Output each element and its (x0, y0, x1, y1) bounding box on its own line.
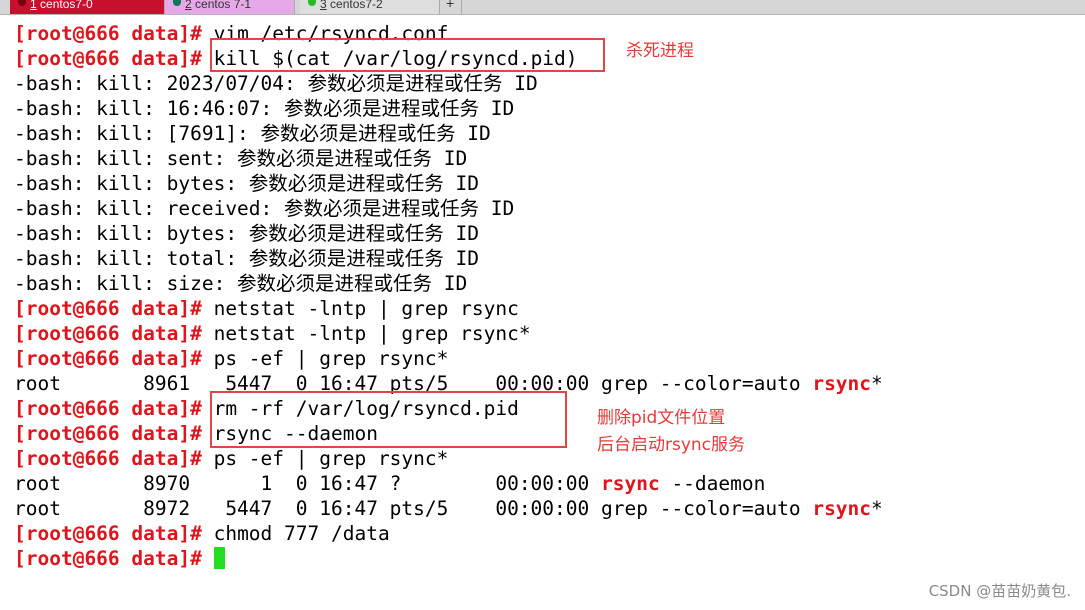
line-text: -bash: kill: [7691]: 参数必须是进程或任务 ID (14, 122, 491, 145)
shell-prompt: [root@666 data]# (14, 22, 202, 45)
tab-centos7-0[interactable]: 1 centos7-0 (10, 0, 165, 14)
shell-prompt: [root@666 data]# (14, 347, 202, 370)
line-text-after: * (871, 372, 883, 395)
shell-prompt: [root@666 data]# (14, 522, 202, 545)
line-text: netstat -lntp | grep rsync* (201, 322, 531, 345)
status-dot-icon (18, 0, 26, 6)
terminal-output[interactable]: [root@666 data]# vim /etc/rsyncd.conf [ro… (14, 21, 883, 571)
line-text: -bash: kill: 2023/07/04: 参数必须是进程或任务 ID (14, 72, 538, 95)
shell-prompt: [root@666 data]# (14, 397, 202, 420)
terminal-line: root 8970 1 0 16:47 ? 00:00:00 rsync --d… (14, 471, 883, 496)
status-dot-icon (308, 0, 316, 6)
tab-centos7-1[interactable]: 2 centos 7-1 (165, 0, 295, 14)
text-cursor (213, 547, 225, 569)
tab-label: centos 7-1 (191, 0, 252, 11)
tab-bar: 1 centos7-0 2 centos 7-1 3 centos7-2 + (0, 0, 1085, 15)
annotation-kill-process: 杀死进程 (626, 41, 694, 61)
line-text: -bash: kill: bytes: 参数必须是进程或任务 ID (14, 172, 480, 195)
annotation-start-daemon: 后台启动rsync服务 (597, 435, 746, 455)
line-text: -bash: kill: total: 参数必须是进程或任务 ID (14, 247, 480, 270)
line-text (202, 547, 214, 570)
tab-number: 3 (320, 0, 327, 11)
shell-prompt: [root@666 data]# (14, 47, 202, 70)
line-text: ps -ef | grep rsync* (201, 447, 449, 470)
tab-centos7-2[interactable]: 3 centos7-2 (300, 0, 440, 14)
terminal-line: -bash: kill: size: 参数必须是进程或任务 ID (14, 271, 883, 296)
terminal-line: -bash: kill: received: 参数必须是进程或任务 ID (14, 196, 883, 221)
terminal-line: [root@666 data]# ps -ef | grep rsync* (14, 346, 883, 371)
terminal-line: [root@666 data]# (14, 546, 883, 571)
terminal-line: -bash: kill: total: 参数必须是进程或任务 ID (14, 246, 883, 271)
line-text: ps -ef | grep rsync* (201, 347, 449, 370)
grep-match: rsync (601, 472, 660, 495)
shell-prompt: [root@666 data]# (14, 447, 202, 470)
shell-prompt: [root@666 data]# (14, 297, 202, 320)
grep-match: rsync (812, 497, 872, 520)
highlight-box-rm-rsync (210, 391, 567, 448)
terminal-line: [root@666 data]# chmod 777 /data (14, 521, 883, 546)
line-text-after: --daemon (659, 472, 766, 495)
tab-number: 1 (30, 0, 37, 11)
terminal-line: -bash: kill: bytes: 参数必须是进程或任务 ID (14, 171, 883, 196)
terminal-line: -bash: kill: sent: 参数必须是进程或任务 ID (14, 146, 883, 171)
line-text: root 8970 1 0 16:47 ? 00:00:00 (14, 472, 601, 495)
terminal-line: -bash: kill: [7691]: 参数必须是进程或任务 ID (14, 121, 883, 146)
terminal-line: [root@666 data]# netstat -lntp | grep rs… (14, 296, 883, 321)
line-text: chmod 777 /data (201, 522, 390, 545)
line-text: -bash: kill: received: 参数必须是进程或任务 ID (14, 197, 515, 220)
line-text-after: * (871, 497, 883, 520)
line-text: -bash: kill: 16:46:07: 参数必须是进程或任务 ID (14, 97, 515, 120)
line-text: -bash: kill: sent: 参数必须是进程或任务 ID (14, 147, 468, 170)
tab-label: centos7-0 (36, 0, 93, 11)
tab-label: centos7-2 (326, 0, 383, 11)
terminal-line: -bash: kill: 2023/07/04: 参数必须是进程或任务 ID (14, 71, 883, 96)
terminal-line: -bash: kill: 16:46:07: 参数必须是进程或任务 ID (14, 96, 883, 121)
watermark: CSDN @苗苗奶黄包. (928, 582, 1071, 600)
add-tab-button[interactable]: + (442, 0, 462, 14)
highlight-box-kill (210, 38, 605, 72)
annotation-delete-pid: 删除pid文件位置 (597, 408, 726, 428)
line-text: -bash: kill: bytes: 参数必须是进程或任务 ID (14, 222, 480, 245)
shell-prompt: [root@666 data]# (14, 422, 202, 445)
terminal-line: -bash: kill: bytes: 参数必须是进程或任务 ID (14, 221, 883, 246)
line-text: -bash: kill: size: 参数必须是进程或任务 ID (14, 272, 468, 295)
line-text: root 8972 5447 0 16:47 pts/5 00:00:00 gr… (14, 497, 813, 520)
shell-prompt: [root@666 data]# (14, 547, 202, 570)
terminal-line: [root@666 data]# netstat -lntp | grep rs… (14, 321, 883, 346)
shell-prompt: [root@666 data]# (14, 322, 202, 345)
grep-match: rsync (812, 372, 872, 395)
tab-number: 2 (185, 0, 192, 11)
line-text: netstat -lntp | grep rsync (201, 297, 519, 320)
terminal-line: [root@666 data]# ps -ef | grep rsync* (14, 446, 883, 471)
terminal-line: root 8972 5447 0 16:47 pts/5 00:00:00 gr… (14, 496, 883, 521)
status-dot-icon (173, 0, 181, 6)
